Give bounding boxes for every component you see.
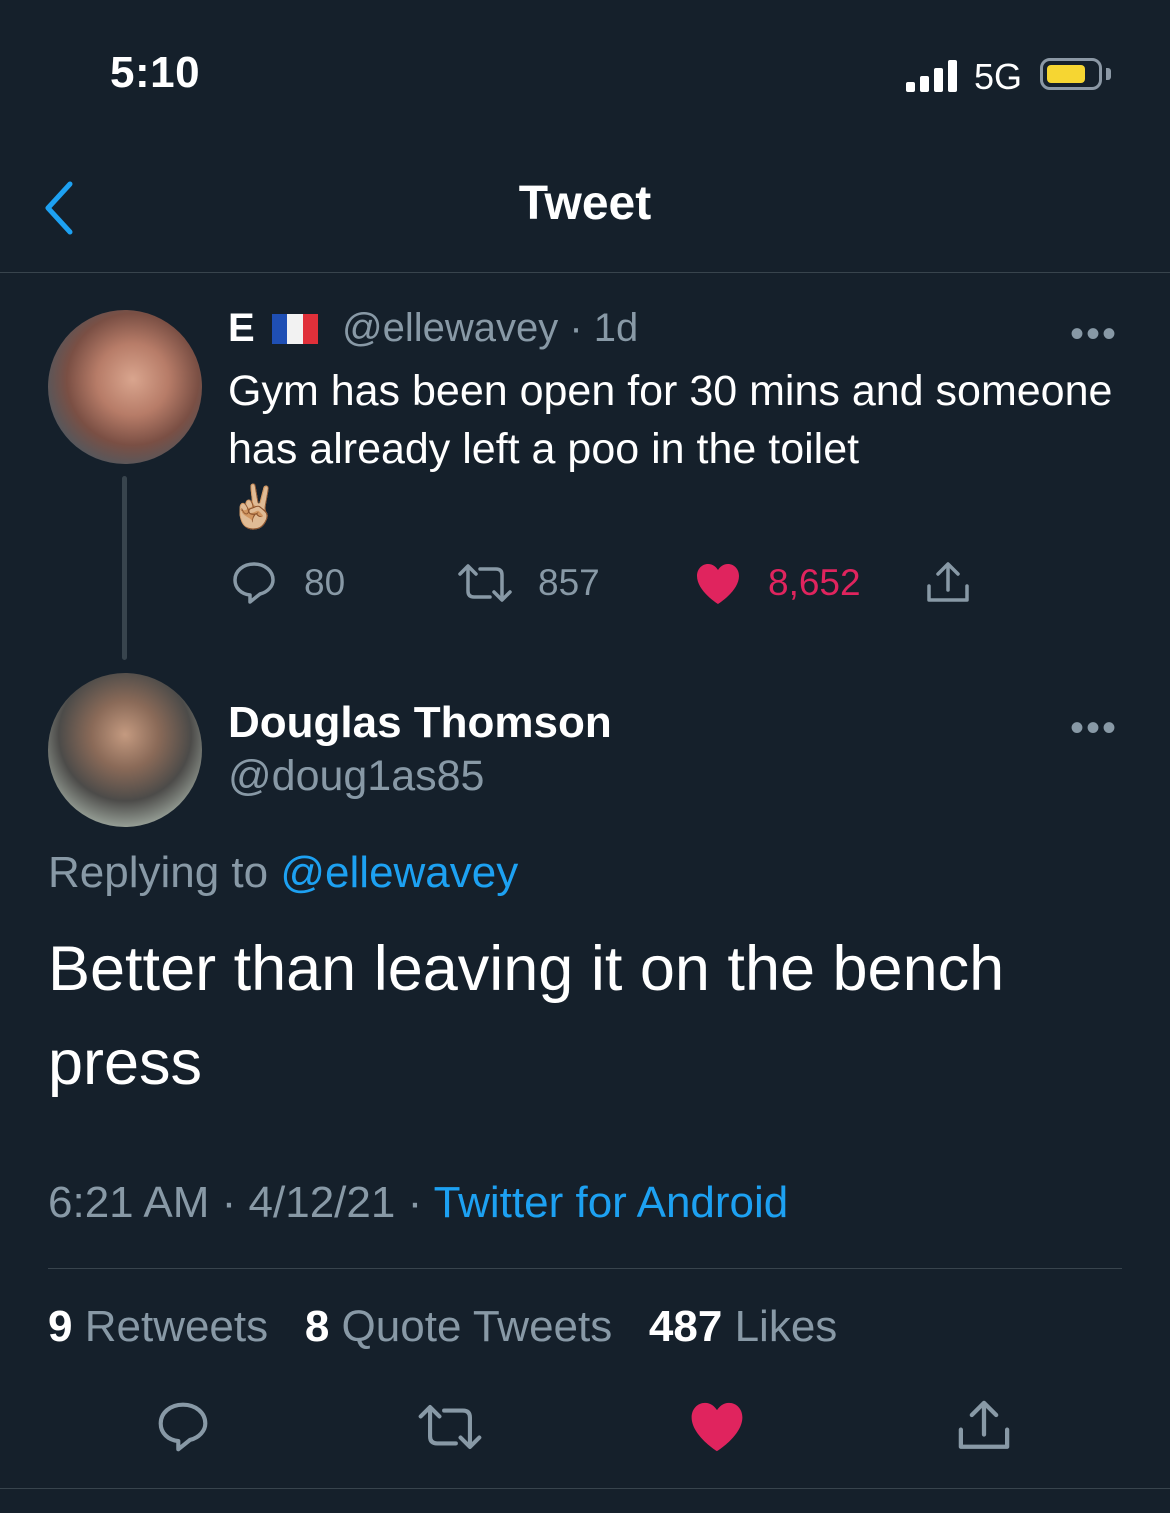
reply-count: 80 [304,562,346,603]
quotes-stat[interactable]: 8 Quote Tweets [305,1302,612,1351]
signal-icon [906,58,958,92]
avatar[interactable] [48,673,202,827]
display-name[interactable]: E [228,306,255,351]
likes-count: 487 [648,1302,723,1351]
tweet-meta: 6:21 AM · 4/12/21 · Twitter for Android [48,1178,788,1228]
share-icon[interactable] [924,560,972,606]
retweets-stat[interactable]: 9 Retweets [48,1302,268,1351]
likes-stat[interactable]: 487 Likes [649,1302,837,1351]
replying-to-label: Replying to [48,848,269,897]
replying-to: Replying to @ellewavey [48,848,518,898]
quotes-count: 8 [304,1302,330,1351]
tweet-source[interactable]: Twitter for Android [434,1178,789,1227]
like-count: 8,652 [768,562,861,603]
page-title: Tweet [518,177,652,230]
divider [0,1488,1170,1489]
tweet-time: 6:21 AM [48,1178,210,1227]
heart-icon[interactable] [688,1400,746,1454]
retweet-icon[interactable] [416,1402,484,1452]
handle[interactable]: @ellewavey [342,306,558,350]
tweet-text: Better than leaving it on the bench pres… [48,934,1005,1098]
battery-icon [1040,58,1102,90]
share-icon[interactable] [954,1398,1014,1454]
retweets-count: 9 [48,1302,73,1351]
avatar[interactable] [48,310,202,464]
handle-and-age[interactable]: @ellewavey · 1d [342,306,638,351]
divider [48,1268,1122,1269]
tweet-text-content: Gym has been open for 30 mins and someon… [228,367,1113,473]
tweet-date: · 4/12/21 · [221,1178,423,1227]
france-flag-icon [272,314,318,344]
thread-connector [122,476,127,660]
handle[interactable]: @doug1as85 [228,752,484,801]
victory-hand-emoji: ✌🏼 [228,483,281,530]
quotes-label: Quote Tweets [341,1302,613,1351]
tweet-text: Gym has been open for 30 mins and someon… [228,362,1128,536]
replying-to-handle[interactable]: @ellewavey [280,848,518,897]
retweets-label: Retweets [84,1302,269,1351]
header-divider [0,272,1170,273]
tweet-age: · 1d [569,306,639,350]
reply-icon[interactable] [154,1400,212,1454]
engagement-stats: 9 Retweets 8 Quote Tweets 487 Likes [48,1302,837,1352]
more-icon[interactable]: ••• [1070,706,1118,751]
retweet-count: 857 [538,562,600,603]
display-name[interactable]: Douglas Thomson [228,698,612,748]
likes-label: Likes [734,1302,838,1351]
network-label: 5G [974,56,1023,97]
status-time: 5:10 [110,48,201,97]
retweet-icon[interactable] [456,562,514,604]
reply-icon[interactable] [230,560,278,606]
battery-tip [1106,68,1111,80]
heart-icon[interactable] [694,562,742,606]
more-icon[interactable]: ••• [1070,312,1118,357]
